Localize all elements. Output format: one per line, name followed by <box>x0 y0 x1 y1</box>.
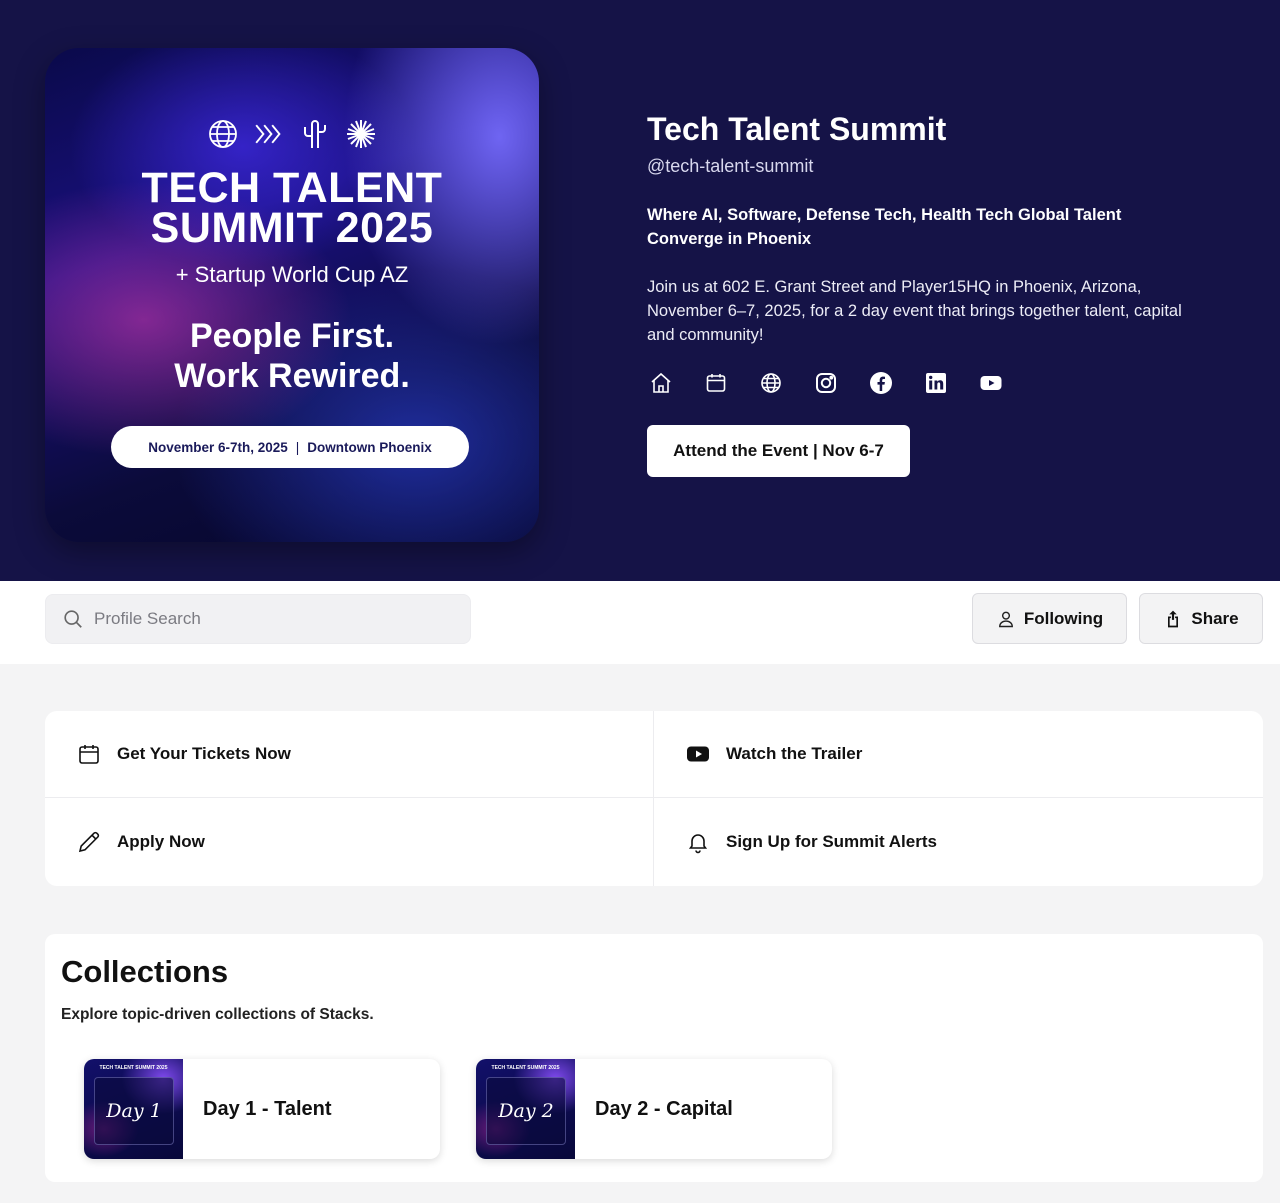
globe-icon <box>209 120 237 148</box>
youtube-icon <box>687 746 709 762</box>
collection-name: Day 1 - Talent <box>203 1097 332 1120</box>
poster-title-line: SUMMIT 2025 <box>150 204 434 252</box>
search-input[interactable] <box>94 609 454 629</box>
collection-name: Day 2 - Capital <box>595 1097 733 1120</box>
poster-pill-separator: | <box>295 439 300 455</box>
thumbnail-label: Day 1 <box>106 1100 162 1122</box>
poster-tagline-line: Work Rewired. <box>174 357 410 395</box>
poster-date-pill: November 6-7th, 2025 | Downtown Phoenix <box>111 426 469 468</box>
profile-search[interactable] <box>45 594 471 644</box>
poster-tagline: People First. Work Rewired. <box>45 316 539 396</box>
calendar-icon[interactable] <box>702 370 729 397</box>
home-icon[interactable] <box>647 370 674 397</box>
calendar-icon <box>79 745 99 764</box>
profile-name: Tech Talent Summit <box>647 111 947 147</box>
collection-card[interactable]: TECH TALENT SUMMIT 2025 Day 2 Day 2 - Ca… <box>476 1059 832 1159</box>
poster-title: TECH TALENT SUMMIT 2025 <box>45 164 539 252</box>
link-label: Apply Now <box>117 832 205 851</box>
following-button[interactable]: Following <box>972 593 1127 644</box>
youtube-icon[interactable] <box>977 370 1004 397</box>
poster-icon-row <box>45 118 539 150</box>
facebook-icon[interactable] <box>867 370 894 397</box>
link-apply-now[interactable]: Apply Now <box>45 798 654 886</box>
instagram-icon[interactable] <box>812 370 839 397</box>
poster-title-line: TECH TALENT <box>141 164 443 212</box>
profile-handle: @tech-talent-summit <box>647 156 814 176</box>
link-summit-alerts[interactable]: Sign Up for Summit Alerts <box>654 798 1263 886</box>
poster-tagline-line: People First. <box>189 317 395 355</box>
pencil-icon <box>78 831 100 853</box>
thumbnail-caption: TECH TALENT SUMMIT 2025 <box>99 1065 168 1071</box>
thumbnail-frame: Day 1 <box>94 1077 174 1145</box>
share-button[interactable]: Share <box>1139 593 1263 644</box>
poster-subtitle: + Startup World Cup AZ <box>175 262 409 287</box>
collection-thumbnail: TECH TALENT SUMMIT 2025 Day 1 <box>84 1059 183 1159</box>
collections-section: Collections Explore topic-driven collect… <box>45 934 1263 1182</box>
social-links <box>647 369 1207 397</box>
thumbnail-caption: TECH TALENT SUMMIT 2025 <box>491 1065 560 1071</box>
link-watch-trailer[interactable]: Watch the Trailer <box>654 711 1263 798</box>
thumbnail-label: Day 2 <box>498 1100 554 1122</box>
following-label: Following <box>1023 608 1104 628</box>
search-icon <box>64 610 82 628</box>
link-get-tickets[interactable]: Get Your Tickets Now <box>45 711 654 798</box>
link-label: Get Your Tickets Now <box>117 744 291 763</box>
quick-links-card: Get Your Tickets Now Watch the Trailer A… <box>45 711 1263 886</box>
collections-title: Collections <box>61 954 229 989</box>
collections-subtitle: Explore topic-driven collections of Stac… <box>61 1006 374 1023</box>
share-label: Share <box>1191 608 1239 628</box>
profile-info: Tech Talent Summit @tech-talent-summit W… <box>647 108 1207 477</box>
bell-icon <box>688 834 708 854</box>
poster-location: Downtown Phoenix <box>307 439 432 455</box>
thumbnail-frame: Day 2 <box>486 1077 566 1145</box>
event-poster-image: TECH TALENT SUMMIT 2025 + Startup World … <box>45 48 539 542</box>
collection-thumbnail: TECH TALENT SUMMIT 2025 Day 2 <box>476 1059 575 1159</box>
link-label: Watch the Trailer <box>726 744 863 763</box>
chevrons-icon <box>255 124 281 144</box>
profile-description: Join us at 602 E. Grant Street and Playe… <box>647 278 1182 344</box>
link-label: Sign Up for Summit Alerts <box>726 832 937 851</box>
profile-headline: Where AI, Software, Defense Tech, Health… <box>647 206 1122 248</box>
attend-event-button[interactable]: Attend the Event | Nov 6-7 <box>647 425 910 477</box>
profile-toolbar: Following Share <box>0 581 1280 664</box>
collection-card[interactable]: TECH TALENT SUMMIT 2025 Day 1 Day 1 - Ta… <box>84 1059 440 1159</box>
profile-hero: TECH TALENT SUMMIT 2025 + Startup World … <box>0 0 1280 581</box>
linkedin-icon[interactable] <box>922 370 949 397</box>
globe-icon[interactable] <box>757 370 784 397</box>
share-icon <box>1168 610 1179 627</box>
user-icon <box>998 611 1013 627</box>
burst-icon <box>347 120 375 148</box>
cactus-icon <box>304 120 326 148</box>
poster-date: November 6-7th, 2025 <box>148 439 288 455</box>
